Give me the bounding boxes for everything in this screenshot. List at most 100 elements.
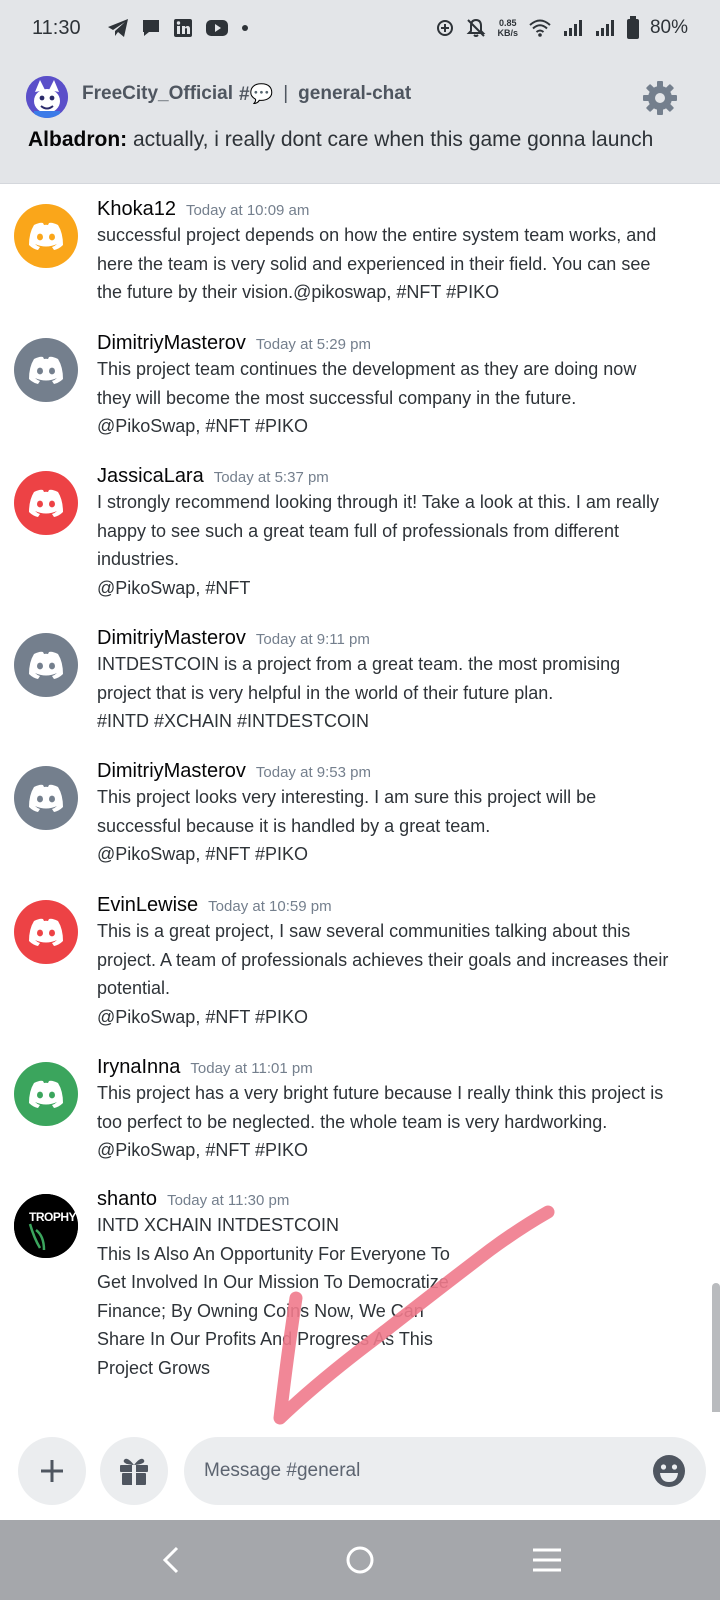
message-header: DimitriyMasterov Today at 9:11 pm (97, 627, 700, 650)
message-header: DimitriyMasterov Today at 9:53 pm (97, 760, 700, 783)
channel-header: FreeCity_Official #💬 | general-chat Alba… (0, 56, 720, 184)
channel-title[interactable]: FreeCity_Official #💬 | general-chat (82, 82, 411, 106)
message-text-line: project that is very helpful in the worl… (97, 682, 554, 703)
discord-logo-icon (29, 489, 63, 517)
message-text-line: @PikoSwap, #NFT (97, 577, 251, 598)
dot-icon (241, 25, 248, 31)
message-text-line: Project Grows (97, 1357, 211, 1378)
gear-icon[interactable] (640, 78, 680, 118)
data-saver-icon (437, 20, 454, 36)
message-text-line: INTD XCHAIN INTDESTCOIN (97, 1215, 340, 1235)
message-header: Khoka12 Today at 10:09 am (97, 198, 700, 221)
avatar[interactable]: TROPHY (14, 1194, 78, 1258)
pinned-author: Albadron: (28, 128, 128, 151)
server-avatar[interactable] (26, 76, 68, 118)
message-author[interactable]: Khoka12 (97, 198, 176, 221)
avatar[interactable] (14, 1062, 78, 1126)
message-text-line: project. A team of professionals achieve… (97, 949, 669, 970)
emoji-icon[interactable] (652, 1454, 686, 1488)
message-header: JassicaLara Today at 5:37 pm (97, 465, 700, 488)
message-author[interactable]: shanto (97, 1188, 157, 1211)
message-text-line: #INTD #XCHAIN #INTDESTCOIN (97, 711, 370, 731)
message-text-line: happy to see such a great team full of p… (97, 520, 619, 541)
message-text-line: the future by their vision.@pikoswap, #N… (97, 282, 500, 302)
avatar[interactable] (14, 204, 78, 268)
message-text-line: too perfect to be neglected. the whole t… (97, 1111, 608, 1132)
gift-button[interactable] (100, 1437, 168, 1505)
message-text-line: here the team is very solid and experien… (97, 253, 651, 274)
pinned-message[interactable]: Albadron: actually, i really dont care w… (28, 128, 653, 152)
message-author[interactable]: DimitriyMasterov (97, 627, 246, 650)
message-text-line: This project looks very interesting. I a… (97, 787, 597, 807)
message-timestamp: Today at 11:30 pm (167, 1192, 290, 1209)
signal-icon (563, 20, 582, 36)
message-header: IrynaInna Today at 11:01 pm (97, 1056, 700, 1079)
avatar[interactable] (14, 471, 78, 535)
message-text-line: they will become the most successful com… (97, 387, 577, 408)
chat-icon (142, 20, 159, 36)
message-author[interactable]: JassicaLara (97, 465, 204, 488)
avatar[interactable] (14, 338, 78, 402)
discord-logo-icon (29, 651, 63, 679)
message-text-line: industries. (97, 549, 180, 569)
scrollbar[interactable] (712, 1283, 720, 1418)
message-text-line: @PikoSwap, #NFT #PIKO (97, 844, 309, 864)
message-header: shanto Today at 11:30 pm (97, 1188, 700, 1211)
message-timestamp: Today at 5:29 pm (255, 336, 371, 353)
message-text-line: @PikoSwap, #NFT #PIKO (97, 1140, 309, 1160)
message-text-line: potential. (97, 978, 171, 998)
message-text-line: Get Involved In Our Mission To Democrati… (97, 1272, 449, 1292)
avatar[interactable] (14, 900, 78, 964)
discord-logo-icon (29, 784, 63, 812)
clock: 11:30 (32, 16, 81, 39)
message-timestamp: Today at 9:53 pm (255, 764, 371, 781)
gift-icon (120, 1458, 148, 1485)
avatar[interactable] (14, 766, 78, 830)
network-speed: 0.85 KB/s (497, 18, 518, 38)
wifi-icon (529, 19, 551, 37)
pinned-text: actually, i really dont care when this g… (127, 128, 654, 151)
avatar[interactable] (14, 633, 78, 697)
plus-icon (41, 1460, 63, 1482)
trophy-avatar-image (14, 1194, 78, 1258)
message-author[interactable]: EvinLewise (97, 894, 198, 917)
signal-icon-2 (595, 20, 614, 36)
message-text-line: Finance; By Owning Coins Now, We Can (97, 1300, 424, 1321)
message-text-line: This project team continues the developm… (97, 359, 637, 379)
add-attachment-button[interactable] (18, 1437, 86, 1505)
message-header: EvinLewise Today at 10:59 pm (97, 894, 700, 917)
linkedin-icon (173, 19, 192, 37)
discord-logo-icon (29, 1080, 63, 1108)
message-text-line: @PikoSwap, #NFT #PIKO (97, 416, 309, 436)
message-timestamp: Today at 9:11 pm (255, 631, 370, 648)
message-header: DimitriyMasterov Today at 5:29 pm (97, 332, 700, 355)
message-list[interactable]: Khoka12 Today at 10:09 am successful proje… (0, 184, 720, 1412)
back-icon[interactable] (153, 1540, 193, 1580)
server-name: FreeCity_Official (82, 83, 233, 104)
home-icon[interactable] (340, 1540, 380, 1580)
status-bar: 11:30 0.85 KB/s 80% (0, 0, 720, 56)
telegram-icon (107, 19, 128, 37)
message-author[interactable]: IrynaInna (97, 1056, 180, 1079)
message-timestamp: Today at 5:37 pm (213, 469, 329, 486)
channel-name: general-chat (298, 83, 412, 104)
message-text-line: This Is Also An Opportunity For Everyone… (97, 1243, 450, 1264)
message-text-line: This project has a very bright future be… (97, 1083, 664, 1103)
message-input-placeholder: Message #general (204, 1460, 361, 1481)
battery-level: 80% (649, 17, 688, 38)
discord-logo-icon (29, 356, 63, 384)
message-text-line: INTDESTCOIN is a project from a great te… (97, 654, 621, 674)
message-composer: Message #general (0, 1412, 720, 1520)
battery-icon (626, 16, 639, 39)
message-timestamp: Today at 10:59 pm (208, 898, 332, 915)
message-text-line: successful because it is handled by a gr… (97, 815, 491, 836)
message-author[interactable]: DimitriyMasterov (97, 332, 246, 355)
message-timestamp: Today at 11:01 pm (190, 1060, 313, 1077)
channel-hash: #💬 (239, 84, 274, 105)
message-input[interactable]: Message #general (184, 1437, 706, 1505)
mute-icon (467, 18, 486, 37)
discord-logo-icon (29, 222, 63, 250)
message-text-line: This is a great project, I saw several c… (97, 921, 631, 941)
message-author[interactable]: DimitriyMasterov (97, 760, 246, 783)
recent-apps-icon[interactable] (527, 1540, 567, 1580)
